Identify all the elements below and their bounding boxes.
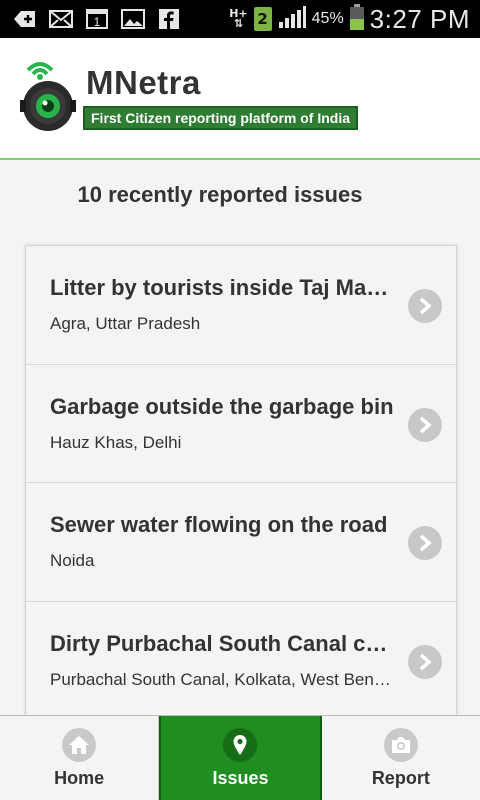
battery-icon (349, 4, 364, 34)
tab-label: Report (371, 768, 430, 788)
tab-report[interactable]: Report (321, 716, 480, 800)
issue-location: Noida (50, 551, 95, 570)
home-icon (62, 728, 97, 762)
svg-text:1: 1 (94, 15, 101, 29)
brand-tagline: First Citizen reporting platform of Indi… (83, 106, 358, 130)
tab-label: Home (54, 768, 105, 788)
chevron-right-icon[interactable] (408, 407, 442, 442)
calendar-icon: 1 (84, 8, 110, 30)
system-status: H+ ⇅ 2 45% 3:27 PM (229, 4, 480, 35)
chevron-right-icon[interactable] (408, 289, 442, 323)
clock: 3:27 PM (369, 3, 470, 34)
issue-list-item[interactable]: Dirty Purbachal South Canal condition Pu… (26, 602, 456, 720)
location-pin-icon (223, 728, 258, 762)
tab-home[interactable]: Home (0, 716, 160, 800)
network-type: H+ ⇅ (229, 7, 248, 30)
page-title: 10 recently reported issues (77, 182, 363, 207)
chevron-right-icon[interactable] (408, 644, 442, 679)
issue-location: Hauz Khas, Delhi (50, 432, 182, 452)
eye-camera-logo-icon (18, 56, 84, 134)
status-bar: 1 H+ ⇅ 2 45% 3:27 PM (0, 0, 480, 38)
issue-location: Agra, Uttar Pradesh (50, 314, 201, 333)
chevron-right-icon[interactable] (408, 526, 442, 560)
issue-title: Sewer water flowing on the road (50, 512, 388, 537)
issue-location: Purbachal South Canal, Kolkata, West Ben… (50, 669, 396, 689)
tab-label: Issues (212, 768, 269, 788)
brand-name: MNetra (86, 64, 201, 101)
issues-list: Litter by tourists inside Taj Mahal prem… (25, 245, 457, 721)
add-icon (12, 8, 38, 30)
sim-indicator: 2 (253, 7, 272, 31)
bottom-nav: Home Issues Report (0, 715, 480, 800)
issue-list-item[interactable]: Garbage outside the garbage bin Hauz Kha… (26, 365, 456, 483)
camera-icon (383, 728, 418, 762)
signal-icon (278, 6, 306, 32)
issue-list-item[interactable]: Sewer water flowing on the road Noida (26, 483, 456, 602)
facebook-icon (156, 8, 182, 30)
app-header: MNetra First Citizen reporting platform … (0, 38, 480, 160)
issue-list-item[interactable]: Litter by tourists inside Taj Mahal prem… (26, 246, 456, 365)
issue-title: Garbage outside the garbage bin (50, 393, 394, 419)
tab-issues[interactable]: Issues (159, 716, 322, 800)
gallery-icon (120, 8, 146, 30)
email-icon (48, 8, 74, 30)
issue-title: Dirty Purbachal South Canal condition (50, 630, 396, 656)
notification-icons: 1 (0, 8, 182, 30)
issue-title: Litter by tourists inside Taj Mahal prem… (50, 275, 396, 300)
battery-percent: 45% (311, 10, 344, 27)
